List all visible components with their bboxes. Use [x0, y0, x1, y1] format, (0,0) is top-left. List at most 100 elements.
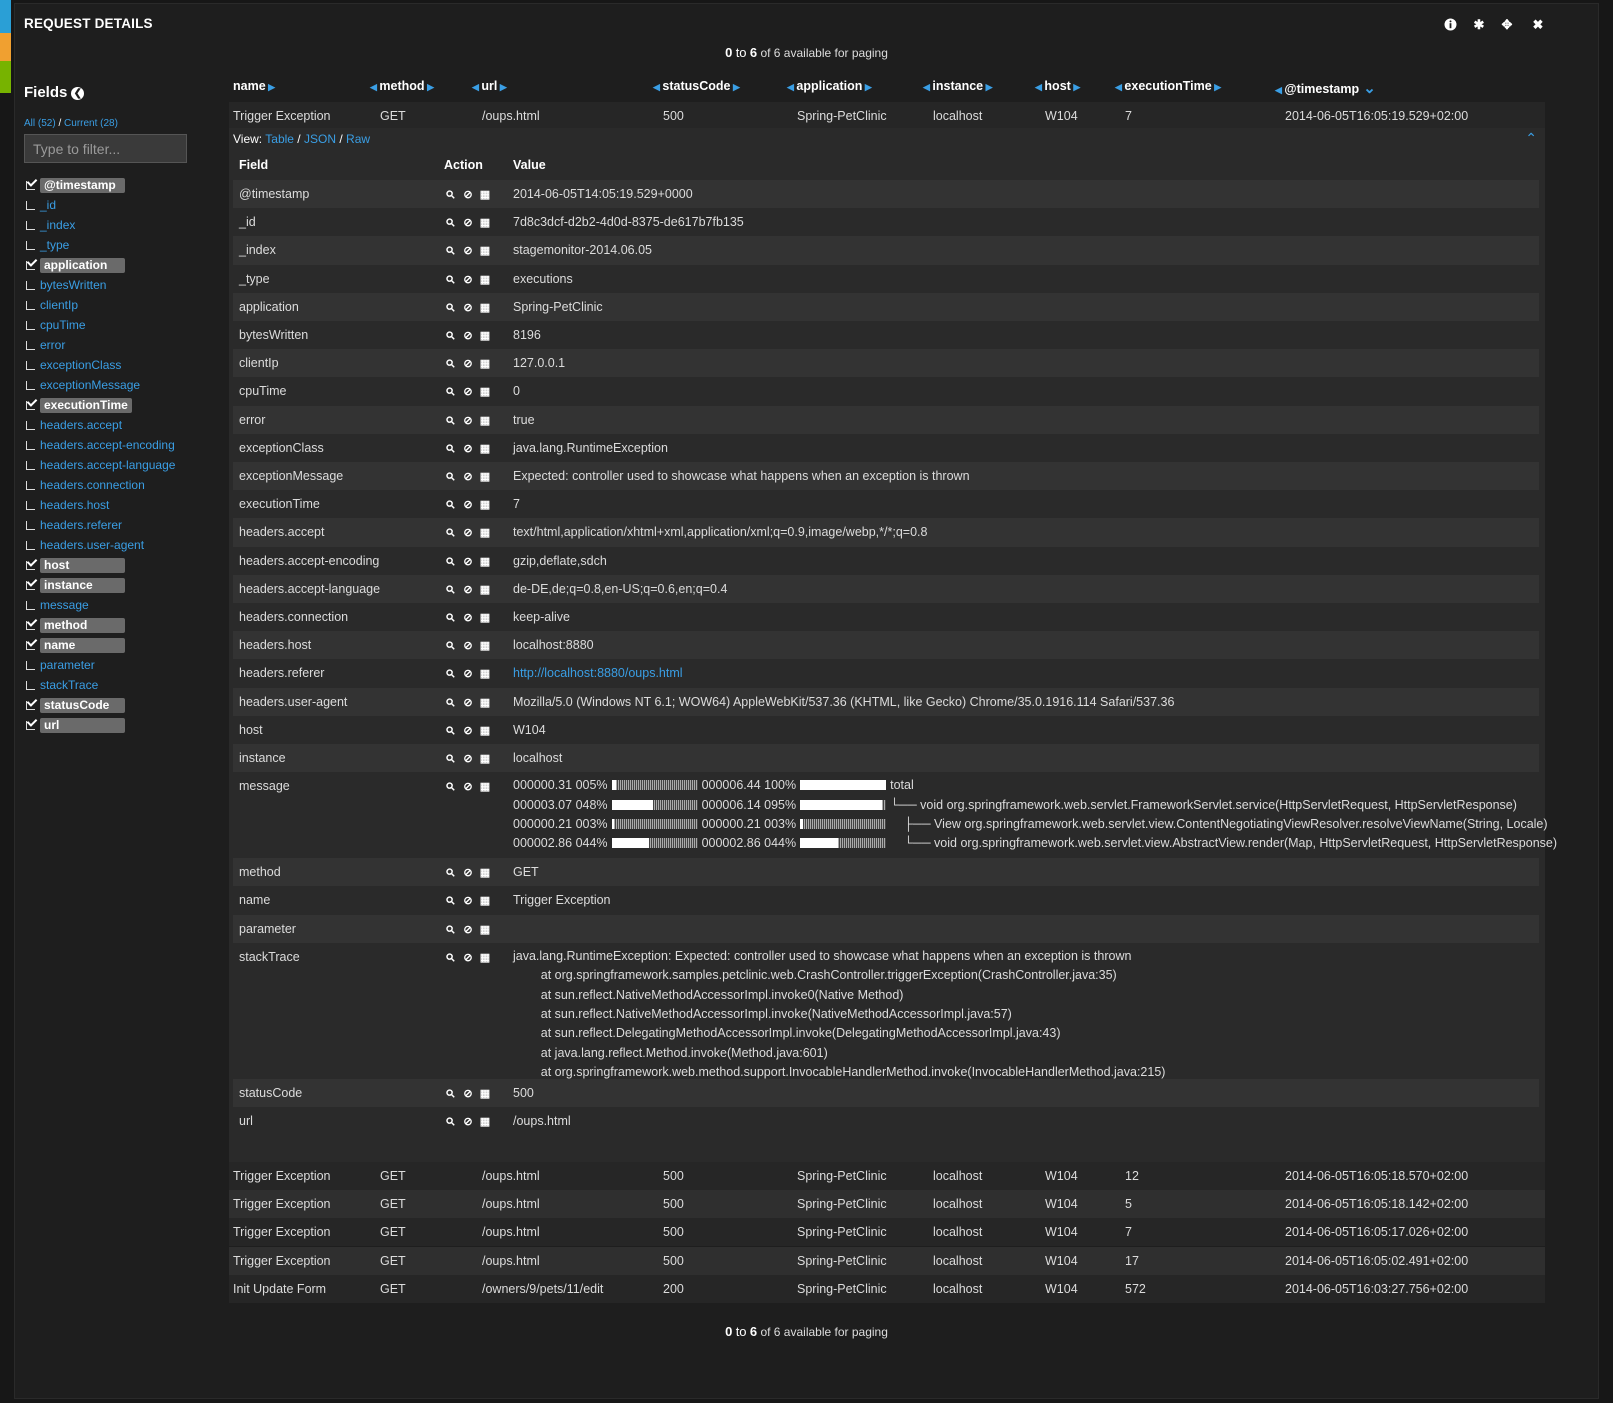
- table-row[interactable]: Trigger Exception GET/oups.html 500 Spring-…: [229, 102, 1545, 130]
- ban-icon[interactable]: ⊘: [462, 717, 474, 745]
- field-item[interactable]: headers.accept-language: [26, 455, 175, 475]
- ban-icon[interactable]: ⊘: [462, 322, 474, 350]
- columns-icon[interactable]: ▦: [479, 491, 491, 519]
- field-name[interactable]: headers.user-agent: [40, 538, 144, 552]
- field-item[interactable]: error: [26, 335, 175, 355]
- search-icon[interactable]: ⚲: [437, 322, 465, 350]
- field-name[interactable]: stackTrace: [40, 678, 98, 692]
- columns-icon[interactable]: ▦: [479, 916, 491, 944]
- unchecked-checkbox-icon[interactable]: [26, 661, 35, 670]
- columns-icon[interactable]: ▦: [479, 294, 491, 322]
- field-name[interactable]: message: [40, 598, 89, 612]
- unchecked-checkbox-icon[interactable]: [26, 421, 35, 430]
- caret-left-icon[interactable]: ◀: [653, 82, 662, 92]
- search-icon[interactable]: ⚲: [437, 406, 465, 434]
- column-header-timestamp[interactable]: ◀ @timestamp ⌄: [1275, 79, 1376, 97]
- columns-icon[interactable]: ▦: [479, 237, 491, 265]
- table-row[interactable]: Trigger Exception GET/oups.html 500 Spring-…: [229, 1162, 1545, 1190]
- columns-icon[interactable]: ▦: [479, 632, 491, 660]
- field-item[interactable]: headers.connection: [26, 475, 175, 495]
- ban-icon[interactable]: ⊘: [462, 916, 474, 944]
- unchecked-checkbox-icon[interactable]: [26, 501, 35, 510]
- search-icon[interactable]: ⚲: [437, 604, 465, 632]
- ban-icon[interactable]: ⊘: [462, 887, 474, 915]
- ban-icon[interactable]: ⊘: [462, 407, 474, 435]
- field-name[interactable]: instance: [40, 578, 125, 593]
- field-item[interactable]: clientIp: [26, 295, 175, 315]
- field-name[interactable]: clientIp: [40, 298, 78, 312]
- columns-icon[interactable]: ▦: [479, 407, 491, 435]
- column-header-statusCode[interactable]: ◀ statusCode ▶: [653, 79, 740, 93]
- search-icon[interactable]: ⚲: [437, 378, 465, 406]
- ban-icon[interactable]: ⊘: [462, 689, 474, 717]
- field-name[interactable]: headers.accept-encoding: [40, 438, 175, 452]
- field-item[interactable]: stackTrace: [26, 675, 175, 695]
- columns-icon[interactable]: ▦: [479, 604, 491, 632]
- caret-right-icon[interactable]: ▶: [425, 82, 434, 92]
- field-name[interactable]: name: [40, 638, 125, 653]
- ban-icon[interactable]: ⊘: [462, 266, 474, 294]
- search-icon[interactable]: ⚲: [437, 944, 465, 972]
- search-icon[interactable]: ⚲: [437, 1108, 465, 1136]
- table-row[interactable]: Trigger Exception GET/oups.html 500 Spring-…: [229, 1190, 1545, 1219]
- search-icon[interactable]: ⚲: [437, 1080, 465, 1108]
- unchecked-checkbox-icon[interactable]: [26, 681, 35, 690]
- field-item[interactable]: exceptionMessage: [26, 375, 175, 395]
- field-name[interactable]: headers.accept: [40, 418, 122, 432]
- checked-checkbox-icon[interactable]: [26, 261, 35, 270]
- caret-left-icon[interactable]: ◀: [370, 82, 379, 92]
- view-raw-link[interactable]: Raw: [346, 132, 370, 146]
- caret-right-icon[interactable]: ▶: [497, 82, 507, 92]
- columns-icon[interactable]: ▦: [479, 209, 491, 237]
- field-name[interactable]: bytesWritten: [40, 278, 106, 292]
- field-item[interactable]: parameter: [26, 655, 175, 675]
- unchecked-checkbox-icon[interactable]: [26, 301, 35, 310]
- search-icon[interactable]: ⚲: [437, 181, 465, 209]
- search-icon[interactable]: ⚲: [437, 350, 465, 378]
- columns-icon[interactable]: ▦: [479, 463, 491, 491]
- unchecked-checkbox-icon[interactable]: [26, 541, 35, 550]
- column-header-name[interactable]: name ▶: [233, 79, 275, 93]
- columns-icon[interactable]: ▦: [479, 1108, 491, 1136]
- columns-icon[interactable]: ▦: [479, 378, 491, 406]
- field-item[interactable]: executionTime: [26, 395, 175, 415]
- ban-icon[interactable]: ⊘: [462, 294, 474, 322]
- field-item[interactable]: headers.accept-encoding: [26, 435, 175, 455]
- column-header-url[interactable]: ◀ url ▶: [472, 79, 507, 93]
- field-item[interactable]: url: [26, 715, 175, 735]
- columns-icon[interactable]: ▦: [479, 519, 491, 547]
- search-icon[interactable]: ⚲: [437, 859, 465, 887]
- search-icon[interactable]: ⚲: [437, 435, 465, 463]
- move-icon[interactable]: ✥: [1500, 18, 1514, 32]
- caret-right-icon[interactable]: ▶: [266, 82, 275, 92]
- caret-left-icon[interactable]: ◀: [1115, 82, 1124, 92]
- unchecked-checkbox-icon[interactable]: [26, 341, 35, 350]
- close-icon[interactable]: ✖: [1531, 18, 1545, 32]
- caret-left-icon[interactable]: ◀: [787, 82, 796, 92]
- field-name[interactable]: headers.connection: [40, 478, 145, 492]
- ban-icon[interactable]: ⊘: [462, 660, 474, 688]
- field-item[interactable]: application: [26, 255, 175, 275]
- field-name[interactable]: cpuTime: [40, 318, 86, 332]
- caret-right-icon[interactable]: ▶: [862, 82, 872, 92]
- ban-icon[interactable]: ⊘: [462, 209, 474, 237]
- columns-icon[interactable]: ▦: [479, 576, 491, 604]
- field-name[interactable]: _type: [40, 238, 69, 252]
- field-item[interactable]: message: [26, 595, 175, 615]
- checked-checkbox-icon[interactable]: [26, 721, 35, 730]
- ban-icon[interactable]: ⊘: [462, 519, 474, 547]
- caret-right-icon[interactable]: ▶: [1212, 82, 1221, 92]
- field-item[interactable]: _type: [26, 235, 175, 255]
- table-row[interactable]: Trigger Exception GET/oups.html 500 Spring-…: [229, 1218, 1545, 1247]
- field-item[interactable]: headers.host: [26, 495, 175, 515]
- columns-icon[interactable]: ▦: [479, 745, 491, 773]
- columns-icon[interactable]: ▦: [479, 887, 491, 915]
- ban-icon[interactable]: ⊘: [462, 773, 474, 801]
- search-icon[interactable]: ⚲: [437, 745, 465, 773]
- columns-icon[interactable]: ▦: [479, 322, 491, 350]
- field-item[interactable]: statusCode: [26, 695, 175, 715]
- ban-icon[interactable]: ⊘: [462, 944, 474, 972]
- search-icon[interactable]: ⚲: [437, 519, 465, 547]
- all-fields-link[interactable]: All (52): [24, 118, 56, 129]
- field-item[interactable]: bytesWritten: [26, 275, 175, 295]
